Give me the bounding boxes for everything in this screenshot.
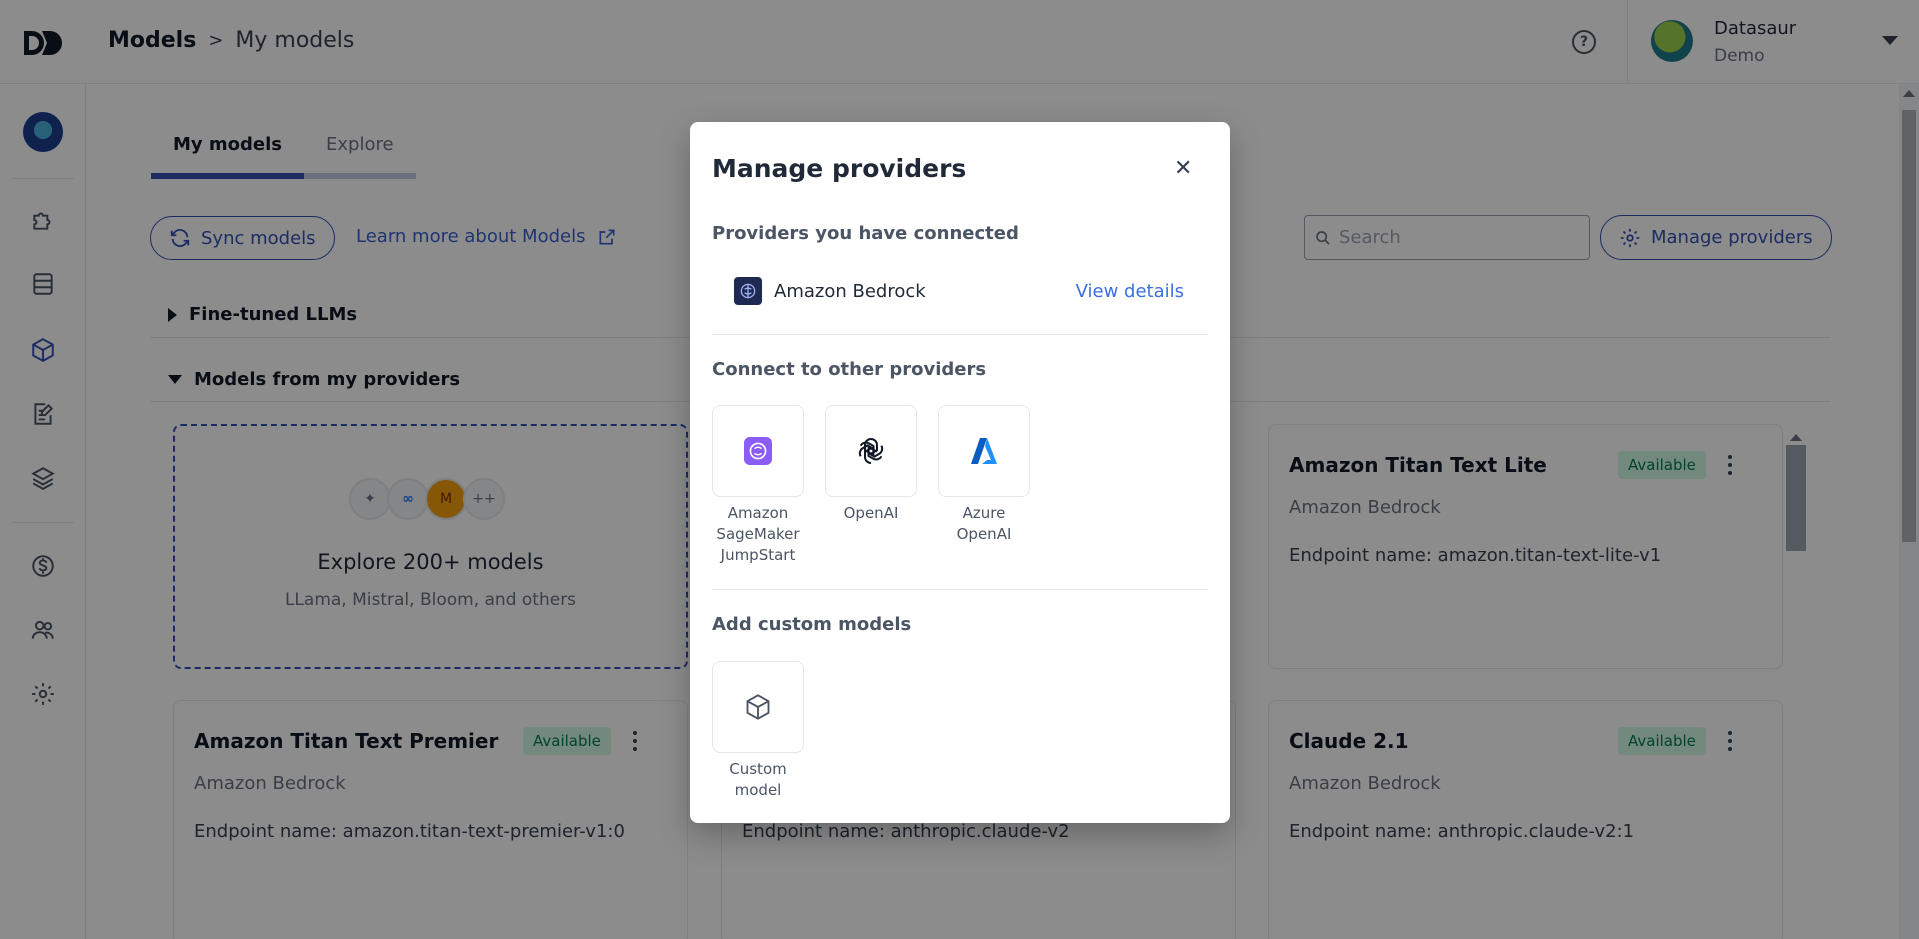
azure-icon — [938, 405, 1030, 497]
view-details-link[interactable]: View details — [1076, 281, 1184, 302]
provider-tile-azure[interactable]: Azure OpenAI — [938, 405, 1030, 545]
provider-tile-sagemaker[interactable]: Amazon SageMaker JumpStart — [712, 405, 804, 566]
custom-models-heading: Add custom models — [712, 614, 912, 635]
manage-providers-modal: Manage providers ✕ Providers you have co… — [690, 122, 1230, 823]
modal-title: Manage providers — [712, 154, 967, 183]
custom-model-tile[interactable]: Custom model — [712, 661, 804, 801]
openai-icon — [825, 405, 917, 497]
close-icon[interactable]: ✕ — [1174, 156, 1192, 181]
modal-divider — [712, 334, 1208, 335]
custom-model-label: Custom model — [729, 760, 787, 799]
connected-provider-row: Amazon Bedrock View details — [734, 276, 1184, 306]
provider-tile-label: OpenAI — [843, 504, 899, 522]
provider-tile-label: Amazon SageMaker JumpStart — [716, 504, 800, 564]
bedrock-icon — [734, 277, 762, 305]
provider-tile-label: Azure OpenAI — [956, 504, 1012, 543]
other-providers-heading: Connect to other providers — [712, 359, 987, 380]
connected-providers-heading: Providers you have connected — [712, 223, 1019, 244]
cube-outline-icon — [712, 661, 804, 753]
connected-provider-name: Amazon Bedrock — [774, 280, 926, 302]
sagemaker-icon — [712, 405, 804, 497]
modal-divider — [712, 589, 1208, 590]
provider-tile-openai[interactable]: OpenAI — [825, 405, 917, 524]
